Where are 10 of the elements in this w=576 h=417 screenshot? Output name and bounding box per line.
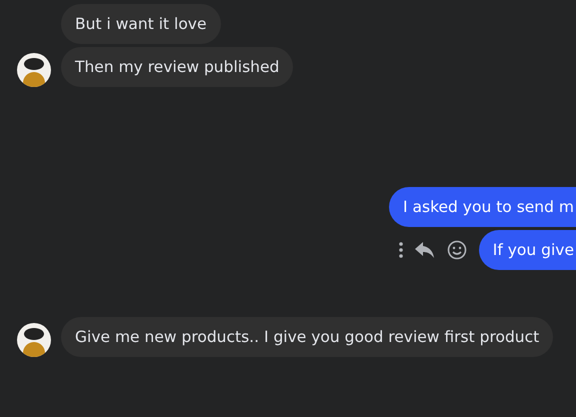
avatar[interactable] [17,323,51,357]
message-bubble: Then my review published [61,47,294,87]
avatar[interactable] [17,53,51,87]
message-bubble: Give me new products.. I give you good review first product [61,317,554,357]
more-options-icon[interactable] [398,242,403,258]
emoji-icon[interactable] [446,240,467,260]
message-bubble: I asked you to send m [389,187,576,227]
message-bubble: But i want it love [61,4,221,44]
reply-icon[interactable] [414,242,435,258]
message-bubble: If you give [478,230,576,270]
